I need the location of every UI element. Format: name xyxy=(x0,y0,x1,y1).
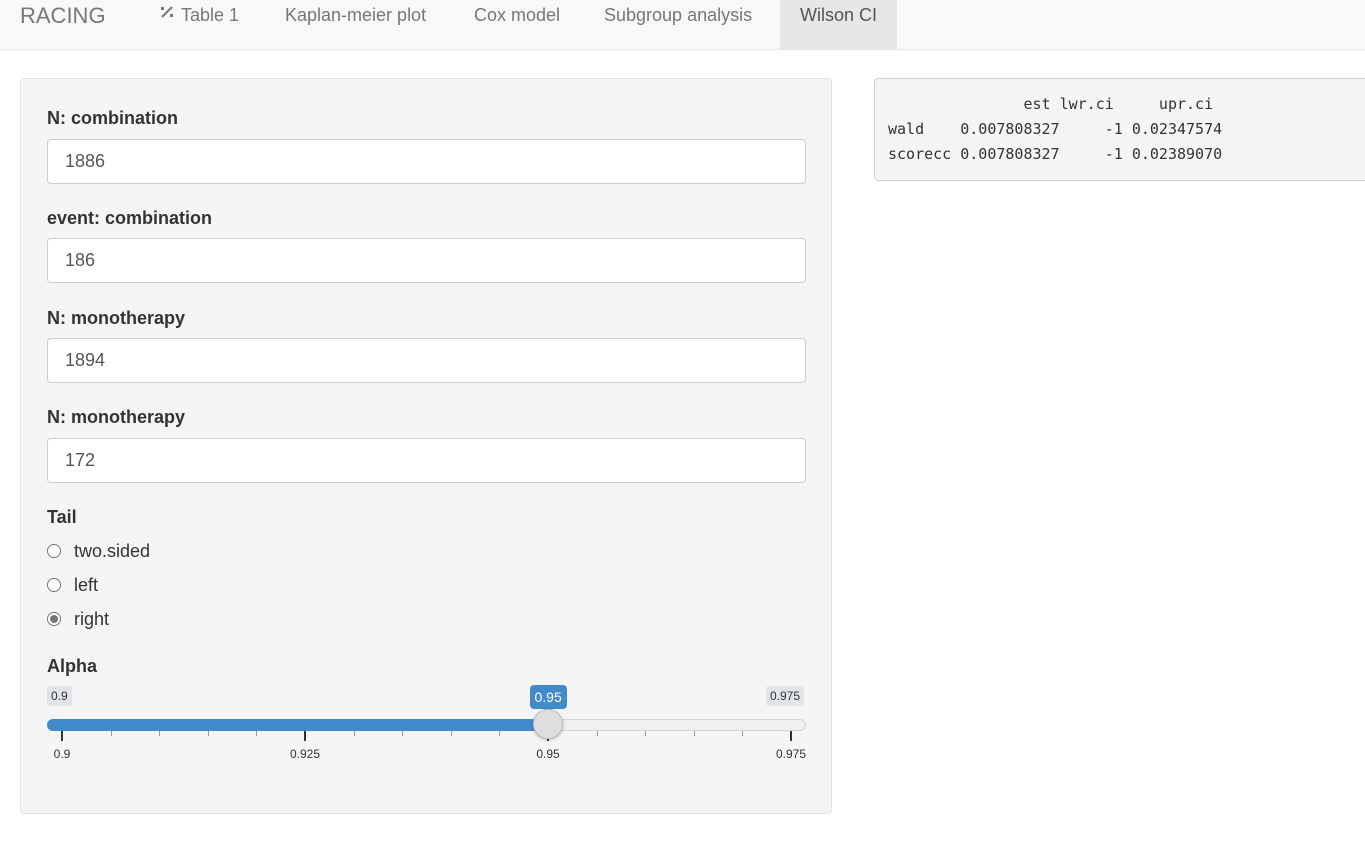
alpha-label: Alpha xyxy=(47,656,98,676)
slider-major-tick xyxy=(304,731,306,741)
app-brand[interactable]: RACING xyxy=(20,4,106,28)
output-text: est lwr.ci upr.ci wald 0.007808327 -1 0.… xyxy=(888,92,1222,167)
slider-min-label: 0.9 xyxy=(47,686,72,706)
output-row-wald: wald 0.007808327 -1 0.02347574 xyxy=(888,120,1223,138)
event-combination-label: event: combination xyxy=(47,208,213,228)
tail-label: Tail xyxy=(47,507,77,527)
tab-subgroup-analysis[interactable]: Subgroup analysis xyxy=(584,0,772,49)
tab-wilson-ci[interactable]: Wilson CI xyxy=(780,0,898,49)
slider-max-label: 0.975 xyxy=(766,686,805,706)
radio-button[interactable] xyxy=(47,578,61,592)
slider-value-label: 0.95 xyxy=(529,685,567,713)
tab-label: Cox model xyxy=(474,5,561,25)
tab-label: Subgroup analysis xyxy=(604,5,753,25)
slider-major-tick xyxy=(790,731,792,741)
tail-option-right[interactable]: right xyxy=(47,608,109,630)
output-header: est lwr.ci upr.ci xyxy=(888,95,1214,113)
radio-button[interactable] xyxy=(47,544,61,558)
slider-fill xyxy=(47,719,548,731)
slider-minor-tick xyxy=(596,731,598,736)
slider-minor-tick xyxy=(110,731,112,736)
tail-option-two-sided[interactable]: two.sided xyxy=(47,540,150,562)
event-combination-input[interactable] xyxy=(47,238,806,283)
slider-minor-tick xyxy=(353,731,355,736)
wilson-ci-output: est lwr.ci upr.ci wald 0.007808327 -1 0.… xyxy=(874,78,1365,181)
slider-minor-tick xyxy=(645,731,647,736)
slider-minor-tick xyxy=(402,731,404,736)
radio-label: two.sided xyxy=(74,540,151,561)
tab-table-1[interactable]: Table 1 xyxy=(139,0,259,49)
output-row-scorecc: scorecc 0.007808327 -1 0.02389070 xyxy=(888,145,1223,163)
slider-minor-tick xyxy=(159,731,161,736)
slider-minor-tick xyxy=(207,731,209,736)
alpha-slider-handle[interactable] xyxy=(533,709,563,739)
event-monotherapy-label: N: monotherapy xyxy=(47,407,186,427)
tab-cox-model[interactable]: Cox model xyxy=(454,0,580,49)
tab-label: Wilson CI xyxy=(800,5,878,25)
n-monotherapy-label: N: monotherapy xyxy=(47,308,186,328)
slider-minor-tick xyxy=(256,731,258,736)
slider-tick-label: 0.95 xyxy=(536,747,560,761)
tab-label: Table 1 xyxy=(181,5,240,25)
slider-minor-tick xyxy=(450,731,452,736)
n-combination-input[interactable] xyxy=(47,139,806,184)
tab-label: Kaplan-meier plot xyxy=(285,5,427,25)
event-monotherapy-input[interactable] xyxy=(47,438,806,483)
slider-tick-label: 0.975 xyxy=(775,747,807,761)
input-panel: N: combination event: combination N: mon… xyxy=(20,78,832,814)
slider-minor-tick xyxy=(499,731,501,736)
slider-major-tick xyxy=(61,731,63,741)
magic-wand-icon xyxy=(159,0,177,29)
tail-option-left[interactable]: left xyxy=(47,574,98,596)
radio-button-selected[interactable] xyxy=(47,612,61,626)
n-combination-label: N: combination xyxy=(47,108,178,128)
slider-tick-label: 0.925 xyxy=(289,747,321,761)
n-monotherapy-input[interactable] xyxy=(47,338,806,383)
tab-kaplan-meier-plot[interactable]: Kaplan-meier plot xyxy=(265,0,446,49)
slider-minor-tick xyxy=(742,731,744,736)
slider-tick-label: 0.9 xyxy=(53,747,71,761)
slider-minor-tick xyxy=(693,731,695,736)
radio-label: right xyxy=(74,608,110,629)
navbar: RACING Table 1 Kaplan-meier plot Cox mod… xyxy=(0,0,1365,50)
radio-label: left xyxy=(74,574,99,595)
